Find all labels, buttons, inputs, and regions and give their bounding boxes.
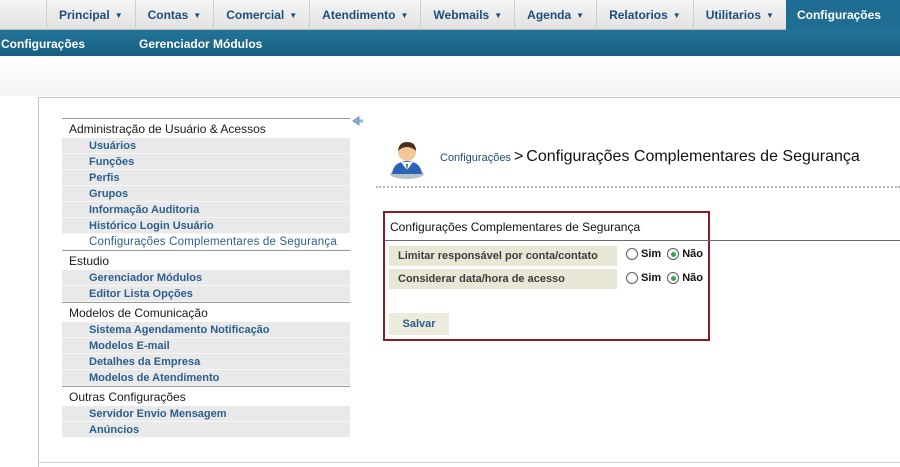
sidebar-item-detalhes-empresa[interactable]: Detalhes da Empresa <box>62 354 350 370</box>
chevron-down-icon: ▼ <box>193 10 202 20</box>
sidebar-item-grupos[interactable]: Grupos <box>62 186 350 202</box>
radio-nao[interactable] <box>667 272 680 284</box>
form-title: Configurações Complementares de Seguranç… <box>390 220 641 234</box>
sidebar-item-servidor-envio[interactable]: Servidor Envio Mensagem <box>62 406 350 422</box>
radio-group-considerar: Sim Não <box>626 272 709 284</box>
sidebar-item-modelos-atendimento[interactable]: Modelos de Atendimento <box>62 370 350 386</box>
tab-configuracoes[interactable]: Configurações <box>785 0 900 30</box>
chevron-down-icon: ▼ <box>400 10 409 20</box>
chevron-down-icon: ▼ <box>672 10 681 20</box>
header-band <box>0 56 900 96</box>
top-nav-tabs: Principal ▼ Contas ▼ Comercial ▼ Atendiment… <box>46 0 900 30</box>
radio-sim[interactable] <box>626 272 638 284</box>
radio-group-limitar: Sim Não <box>626 248 709 260</box>
chevron-down-icon: ▼ <box>494 10 503 20</box>
sidebar-item-anuncios[interactable]: Anúncios <box>62 422 350 438</box>
tab-label: Contas <box>147 8 189 22</box>
radio-sim[interactable] <box>626 248 638 260</box>
form-field-label: Considerar data/hora de acesso <box>389 269 617 289</box>
divider <box>376 186 900 188</box>
divider <box>38 462 900 463</box>
radio-label: Sim <box>641 272 662 284</box>
breadcrumb: Configurações > Configurações Complementar… <box>440 148 860 166</box>
collapse-arrow-icon[interactable] <box>352 116 364 126</box>
tab-label: Webmails <box>433 8 490 22</box>
save-button[interactable]: Salvar <box>389 313 449 335</box>
tab-contas[interactable]: Contas ▼ <box>134 0 214 30</box>
tab-agenda[interactable]: Agenda ▼ <box>514 0 596 30</box>
tab-relatorios[interactable]: Relatorios ▼ <box>596 0 693 30</box>
sidebar-section-title: Administração de Usuário & Acessos <box>62 118 350 138</box>
tab-utilitarios[interactable]: Utilitarios ▼ <box>692 0 786 30</box>
sidebar-section-title: Outras Configurações <box>62 386 350 406</box>
chevron-down-icon: ▼ <box>766 10 774 20</box>
sidebar-section-title: Modelos de Comunicação <box>62 302 350 322</box>
sidebar-item-historico-login[interactable]: Histórico Login Usuário <box>62 218 350 234</box>
top-nav: Principal ▼ Contas ▼ Comercial ▼ Atendiment… <box>0 0 900 30</box>
tab-label: Agenda <box>527 8 572 22</box>
sidebar-item-funcoes[interactable]: Funções <box>62 154 350 170</box>
chevron-down-icon: ▼ <box>114 10 123 20</box>
sidebar-item-modelos-email[interactable]: Modelos E-mail <box>62 338 350 354</box>
radio-label: Sim <box>641 248 662 260</box>
sidebar-item-informacao-auditoria[interactable]: Informação Auditoria <box>62 202 350 218</box>
radio-label: Não <box>682 272 703 284</box>
sidebar-item-usuarios[interactable]: Usuários <box>62 138 350 154</box>
divider <box>385 240 900 241</box>
sidebar-item-gerenciador-modulos[interactable]: Gerenciador Módulos <box>62 270 350 286</box>
sub-nav: Configurações Gerenciador Módulos <box>0 30 900 56</box>
sidebar-item-config-complementares[interactable]: Configurações Complementares de Seguranç… <box>62 234 350 250</box>
sidebar-menu: Administração de Usuário & Acessos Usuár… <box>62 118 350 438</box>
tab-label: Principal <box>59 8 110 22</box>
form-field-label: Limitar responsável por conta/contato <box>389 246 617 266</box>
page-title: Configurações Complementares de Seguranç… <box>526 148 860 165</box>
radio-nao[interactable] <box>667 248 680 260</box>
radio-label: Não <box>682 248 703 260</box>
breadcrumb-link[interactable]: Configurações <box>440 152 511 164</box>
tab-label: Atendimento <box>322 8 396 22</box>
tab-comercial[interactable]: Comercial ▼ <box>213 0 309 30</box>
sidebar-item-agendamento-notificacao[interactable]: Sistema Agendamento Notificação <box>62 322 350 338</box>
subnav-gerenciador-modulos[interactable]: Gerenciador Módulos <box>139 37 262 51</box>
tab-atendimento[interactable]: Atendimento ▼ <box>309 0 420 30</box>
chevron-down-icon: ▼ <box>289 10 298 20</box>
tab-label: Utilitarios <box>705 8 762 22</box>
sidebar-item-editor-lista[interactable]: Editor Lista Opções <box>62 286 350 302</box>
subnav-configuracoes[interactable]: Configurações <box>1 37 85 51</box>
user-avatar-icon <box>390 142 424 179</box>
breadcrumb-separator: > <box>513 148 524 165</box>
tab-label: Comercial <box>226 8 285 22</box>
tab-label: Relatorios <box>609 8 668 22</box>
tab-webmails[interactable]: Webmails ▼ <box>420 0 514 30</box>
chevron-down-icon: ▼ <box>576 10 585 20</box>
sidebar-item-perfis[interactable]: Perfis <box>62 170 350 186</box>
tab-label: Configurações <box>796 8 881 22</box>
tab-principal[interactable]: Principal ▼ <box>46 0 135 30</box>
sidebar-section-title: Estudio <box>62 250 350 270</box>
